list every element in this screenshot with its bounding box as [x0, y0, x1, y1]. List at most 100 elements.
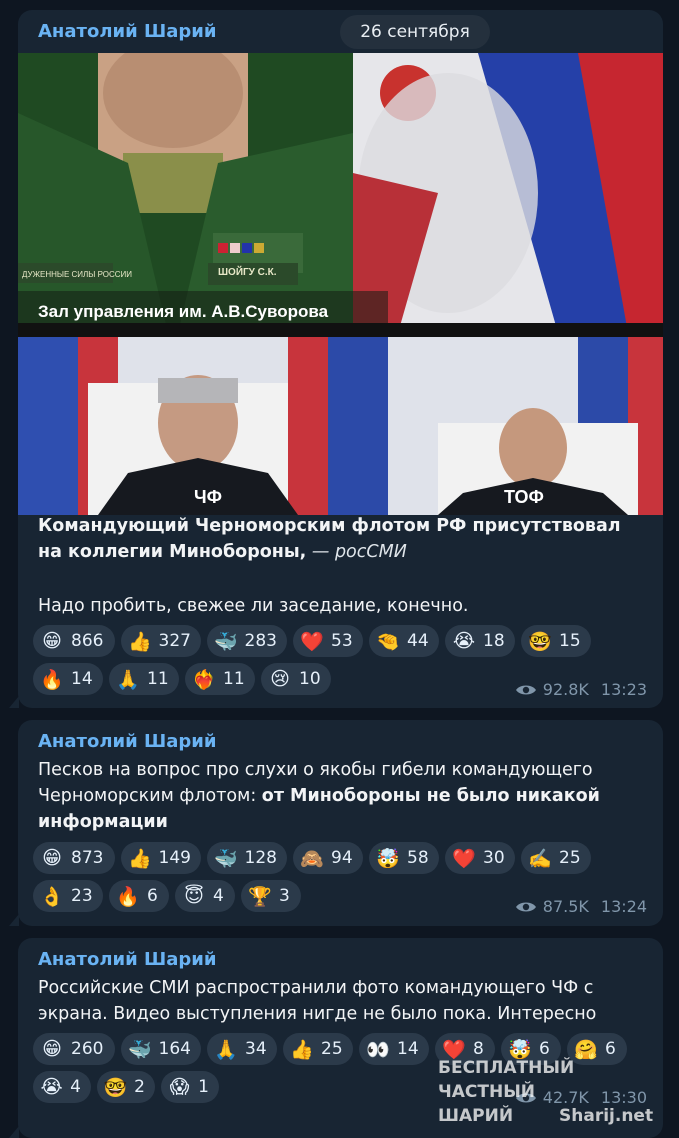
- bubble-tail: [9, 696, 19, 708]
- reaction-count: 18: [483, 631, 505, 651]
- sad-face-icon: 😢: [270, 668, 290, 690]
- reaction-button[interactable]: 😁 866: [33, 625, 115, 657]
- crying-face-icon: 😭: [452, 630, 476, 652]
- reaction-button[interactable]: 😭 18: [445, 625, 515, 657]
- fire-icon: 🔥: [116, 885, 140, 908]
- reaction-button[interactable]: 👍 149: [121, 842, 201, 874]
- reaction-count: 6: [147, 886, 158, 906]
- reaction-button[interactable]: ❤️‍🔥 11: [185, 663, 255, 695]
- view-count: 92.8K: [542, 680, 589, 699]
- eye-icon: [515, 685, 536, 694]
- reaction-button[interactable]: 🙏 11: [109, 663, 179, 695]
- reaction-button[interactable]: 👌 23: [33, 880, 103, 912]
- reaction-count: 4: [213, 886, 224, 906]
- reaction-button[interactable]: 🏆 3: [241, 880, 301, 912]
- reaction-count: 164: [158, 1039, 191, 1059]
- whale-icon: 🐳: [127, 1038, 152, 1061]
- bubble-tail: [9, 1126, 19, 1138]
- reaction-count: 128: [244, 848, 277, 868]
- reaction-button[interactable]: 😭 4: [33, 1071, 91, 1103]
- message-time: 13:24: [600, 897, 647, 916]
- heart-icon: ❤️: [300, 630, 324, 653]
- message-bubble-2: Анатолий Шарий Песков на вопрос про слух…: [9, 720, 663, 926]
- writing-hand-icon: ✍️: [528, 847, 552, 870]
- reaction-button[interactable]: 😇 4: [175, 880, 235, 912]
- grin-icon: 😁: [42, 630, 62, 652]
- reaction-count: 23: [71, 886, 93, 906]
- reaction-count: 53: [331, 631, 353, 651]
- reaction-button[interactable]: ✍️ 25: [521, 842, 591, 874]
- reaction-count: 11: [223, 669, 245, 689]
- reaction-count: 14: [397, 1039, 419, 1059]
- reaction-count: 44: [407, 631, 429, 651]
- reaction-button[interactable]: 😱 1: [161, 1071, 219, 1103]
- reaction-button[interactable]: 🐳 164: [121, 1033, 201, 1065]
- reaction-button[interactable]: 🐳 128: [207, 842, 287, 874]
- reaction-count: 4: [70, 1077, 81, 1097]
- grin-icon: 😁: [42, 1038, 62, 1060]
- reaction-button[interactable]: 🤓 15: [521, 625, 591, 657]
- source: — росСМИ: [311, 542, 407, 562]
- reaction-button[interactable]: ❤️ 30: [445, 842, 515, 874]
- message-photo[interactable]: Зал управления им. А.В.Суворова ШОЙГУ С.…: [18, 53, 663, 515]
- date-badge: 26 сентября: [340, 15, 490, 49]
- message-time: 13:23: [600, 680, 647, 699]
- reaction-button[interactable]: 👍 327: [121, 625, 201, 657]
- watermark: БЕСПЛАТНЫЙ ЧАСТНЫЙ ШАРИЙ Sharij.net: [438, 1056, 668, 1126]
- crying-face-icon: 😭: [40, 1076, 63, 1098]
- watermark-line-1: БЕСПЛАТНЫЙ ЧАСТНЫЙ: [438, 1058, 575, 1102]
- photo-tag-bf: ЧФ: [194, 487, 222, 507]
- message-text: Российские СМИ распространили фото коман…: [38, 978, 597, 1024]
- halo-face-icon: 😇: [184, 885, 204, 907]
- nerd-face-icon: 🤓: [528, 630, 552, 653]
- heart-icon: ❤️: [452, 847, 476, 870]
- reaction-button[interactable]: ❤️ 53: [293, 625, 363, 657]
- pray-icon: 🙏: [214, 1038, 238, 1061]
- thumbs-up-icon: 👍: [127, 847, 152, 870]
- message-meta: 92.8K 13:23: [515, 680, 647, 699]
- reaction-button[interactable]: 😁 260: [33, 1033, 115, 1065]
- pinching-hand-icon: 🤏: [376, 630, 400, 653]
- message-body: Надо пробить, свежее ли заседание, конеч…: [38, 596, 469, 616]
- reaction-button[interactable]: 😢 10: [261, 663, 331, 695]
- reaction-button[interactable]: 🤓 2: [97, 1071, 155, 1103]
- bubble-tail: [9, 914, 19, 926]
- photo-tag-patch: ДУЖЕННЫЕ СИЛЫ РОССИИ: [22, 270, 132, 279]
- reaction-button[interactable]: 🔥 6: [109, 880, 169, 912]
- reaction-count: 3: [279, 886, 290, 906]
- reaction-count: 283: [244, 631, 277, 651]
- reaction-count: 11: [147, 669, 169, 689]
- message-meta: 87.5K 13:24: [515, 897, 647, 916]
- exploding-head-icon: 🤯: [376, 847, 400, 870]
- pray-icon: 🙏: [116, 668, 140, 691]
- screaming-face-icon: 😱: [169, 1076, 190, 1098]
- author-name[interactable]: Анатолий Шарий: [38, 731, 216, 752]
- reaction-count: 327: [158, 631, 191, 651]
- reaction-count: 34: [245, 1039, 267, 1059]
- ok-hand-icon: 👌: [40, 885, 64, 908]
- reaction-button[interactable]: 🙏 34: [207, 1033, 277, 1065]
- reaction-count: 30: [483, 848, 505, 868]
- photo-tag-pf: ТОФ: [504, 487, 544, 507]
- reaction-button[interactable]: 😁 873: [33, 842, 115, 874]
- reaction-button[interactable]: 🐳 283: [207, 625, 287, 657]
- reaction-count: 1: [198, 1077, 209, 1097]
- reaction-button[interactable]: 👍 25: [283, 1033, 353, 1065]
- message-text: Командующий Черноморским флотом РФ прису…: [38, 513, 647, 565]
- reaction-button[interactable]: 🤏 44: [369, 625, 439, 657]
- reaction-count: 25: [321, 1039, 343, 1059]
- reaction-count: 2: [134, 1077, 145, 1097]
- author-name[interactable]: Анатолий Шарий: [38, 21, 216, 42]
- view-count: 87.5K: [542, 897, 589, 916]
- thumbs-up-icon: 👍: [127, 630, 152, 653]
- reaction-count: 260: [71, 1039, 104, 1059]
- reaction-button[interactable]: 🙈 94: [293, 842, 363, 874]
- reaction-count: 94: [331, 848, 353, 868]
- message-bubble-1: Анатолий Шарий 26 сентября Зал управлени…: [9, 10, 663, 708]
- reaction-button[interactable]: 🤯 58: [369, 842, 439, 874]
- reaction-button[interactable]: 🔥 14: [33, 663, 103, 695]
- reaction-button[interactable]: 👀 14: [359, 1033, 429, 1065]
- reaction-count: 58: [407, 848, 429, 868]
- author-name[interactable]: Анатолий Шарий: [38, 949, 216, 970]
- watermark-line-2: ШАРИЙ Sharij.net: [438, 1106, 654, 1126]
